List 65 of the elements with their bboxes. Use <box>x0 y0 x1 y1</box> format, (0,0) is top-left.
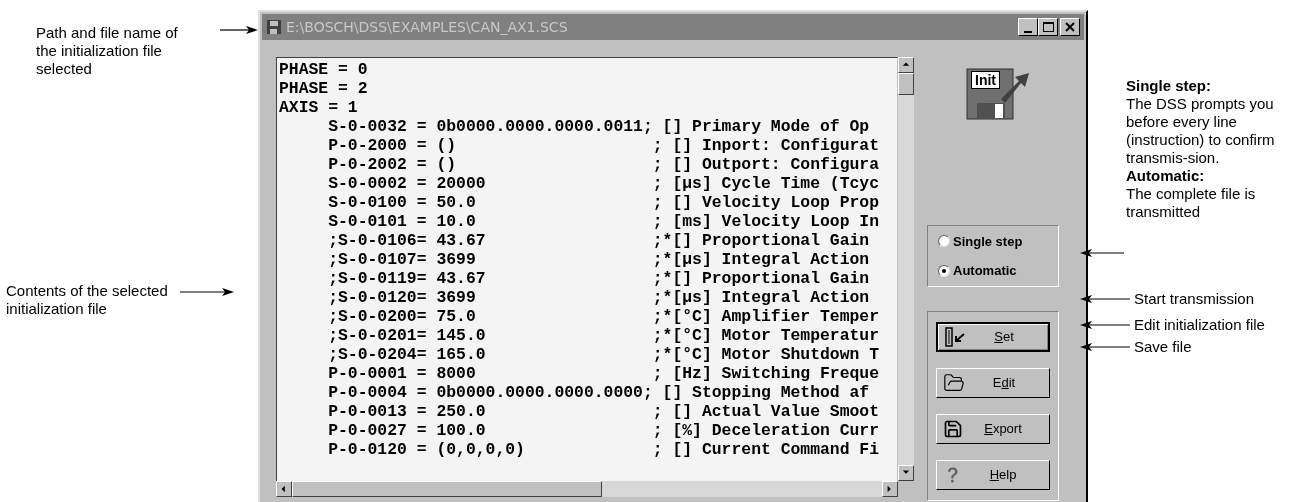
leader-arrow <box>220 25 258 35</box>
scroll-arrow-button[interactable] <box>882 481 898 497</box>
action-button[interactable]: Set <box>936 322 1050 352</box>
code-line: S-0-0100 = 50.0 ; [] Velocity Loop Prop <box>327 193 880 212</box>
annotation-heading: Single step: <box>1126 77 1212 95</box>
code-line: ;S-0-0200= 75.0 ;*[°C] Amplifier Temper <box>327 307 880 326</box>
scroll-arrow-button[interactable] <box>898 465 914 481</box>
code-line: ;S-0-0119= 43.67 ;*[] Proportional Gain <box>327 269 871 288</box>
horizontal-scrollbar[interactable] <box>276 481 898 497</box>
window-title: E:\BOSCH\DSS\EXAMPLES\CAN_AX1.SCS <box>286 17 569 37</box>
close-button[interactable] <box>1060 18 1080 36</box>
code-line: P-0-0120 = (0,0,0,0) ; [] Current Command Fi <box>327 440 880 459</box>
code-line: S-0-0002 = 20000 ; [µs] Cycle Time (Tcyc <box>327 174 880 193</box>
radio-button[interactable] <box>938 235 950 248</box>
leader-arrow <box>1080 320 1130 330</box>
code-line: ;S-0-0204= 165.0 ;*[°C] Motor Shutdown T <box>327 345 880 364</box>
radio-option[interactable]: Single step <box>938 231 1058 251</box>
annotation-text: Contents of the selected initialization file <box>6 282 169 318</box>
action-button[interactable]: Edit <box>936 368 1050 398</box>
scroll-arrow-button[interactable] <box>898 57 914 73</box>
annotation-text: Save file <box>1134 338 1193 356</box>
folder-icon <box>943 372 965 394</box>
icon-label: Init <box>971 71 1000 89</box>
code-line: S-0-0032 = 0b0000.0000.0000.0011; [] Primary Mode of Op <box>327 117 871 136</box>
leader-arrow <box>1080 342 1130 352</box>
code-line: P-0-0027 = 100.0 ; [%] Deceleration Curr <box>327 421 880 440</box>
scroll-arrow-button[interactable] <box>276 481 292 497</box>
code-line: ;S-0-0120= 3699 ;*[µs] Integral Action <box>327 288 871 307</box>
code-line: ;S-0-0106= 43.67 ;*[] Proportional Gain <box>327 231 871 250</box>
code-line: PHASE = 0 <box>279 60 369 79</box>
code-line: P-0-0013 = 250.0 ; [] Actual Value Smoot <box>327 402 880 421</box>
code-line: P-0-0001 = 8000 ; [Hz] Switching Freque <box>327 364 880 383</box>
minimize-button[interactable] <box>1018 18 1038 36</box>
door-arrow-icon <box>944 327 966 347</box>
scroll-thumb[interactable] <box>898 73 914 95</box>
annotation-text: Start transmission <box>1134 290 1256 308</box>
code-line: P-0-0004 = 0b0000.0000.0000.0000; [] Stopping Method af <box>327 383 871 402</box>
action-button[interactable]: Export <box>936 414 1050 444</box>
maximize-button[interactable] <box>1038 18 1058 36</box>
minimize-icon <box>1024 31 1032 33</box>
vertical-scrollbar[interactable] <box>898 57 914 481</box>
close-icon <box>1065 22 1075 32</box>
code-line: ;S-0-0107= 3699 ;*[µs] Integral Action <box>327 250 871 269</box>
triangle-icon <box>902 61 910 69</box>
code-line: P-0-2000 = () ; [] Inport: Configurat <box>327 136 880 155</box>
annotation-text: The DSS prompts you before every line (instruction) to confirm transmis-sion. <box>1126 95 1276 167</box>
triangle-icon <box>280 485 288 493</box>
radio-button[interactable] <box>938 264 950 277</box>
code-line: S-0-0101 = 10.0 ; [ms] Velocity Loop In <box>327 212 880 231</box>
leader-arrow <box>180 287 234 297</box>
leader-arrow <box>1080 294 1130 304</box>
scroll-thumb[interactable] <box>292 481 602 497</box>
code-line: ;S-0-0201= 145.0 ;*[°C] Motor Temperatur <box>327 326 880 345</box>
annotation-text: The complete file is transmitted <box>1126 185 1257 221</box>
annotation-text: Path and file name of the initialization file selected <box>36 24 179 78</box>
code-line: P-0-2002 = () ; [] Outport: Configura <box>327 155 880 174</box>
code-line: AXIS = 1 <box>279 98 359 117</box>
leader-arrow <box>1080 248 1124 258</box>
maximize-icon <box>1042 22 1054 32</box>
action-button[interactable]: Help <box>936 460 1050 490</box>
code-line: PHASE = 2 <box>279 79 369 98</box>
annotation-heading: Automatic: <box>1126 167 1206 185</box>
radio-option[interactable]: Automatic <box>938 261 1058 281</box>
annotation-text: Edit initialization file <box>1134 316 1266 334</box>
file-content-area[interactable] <box>276 57 898 481</box>
